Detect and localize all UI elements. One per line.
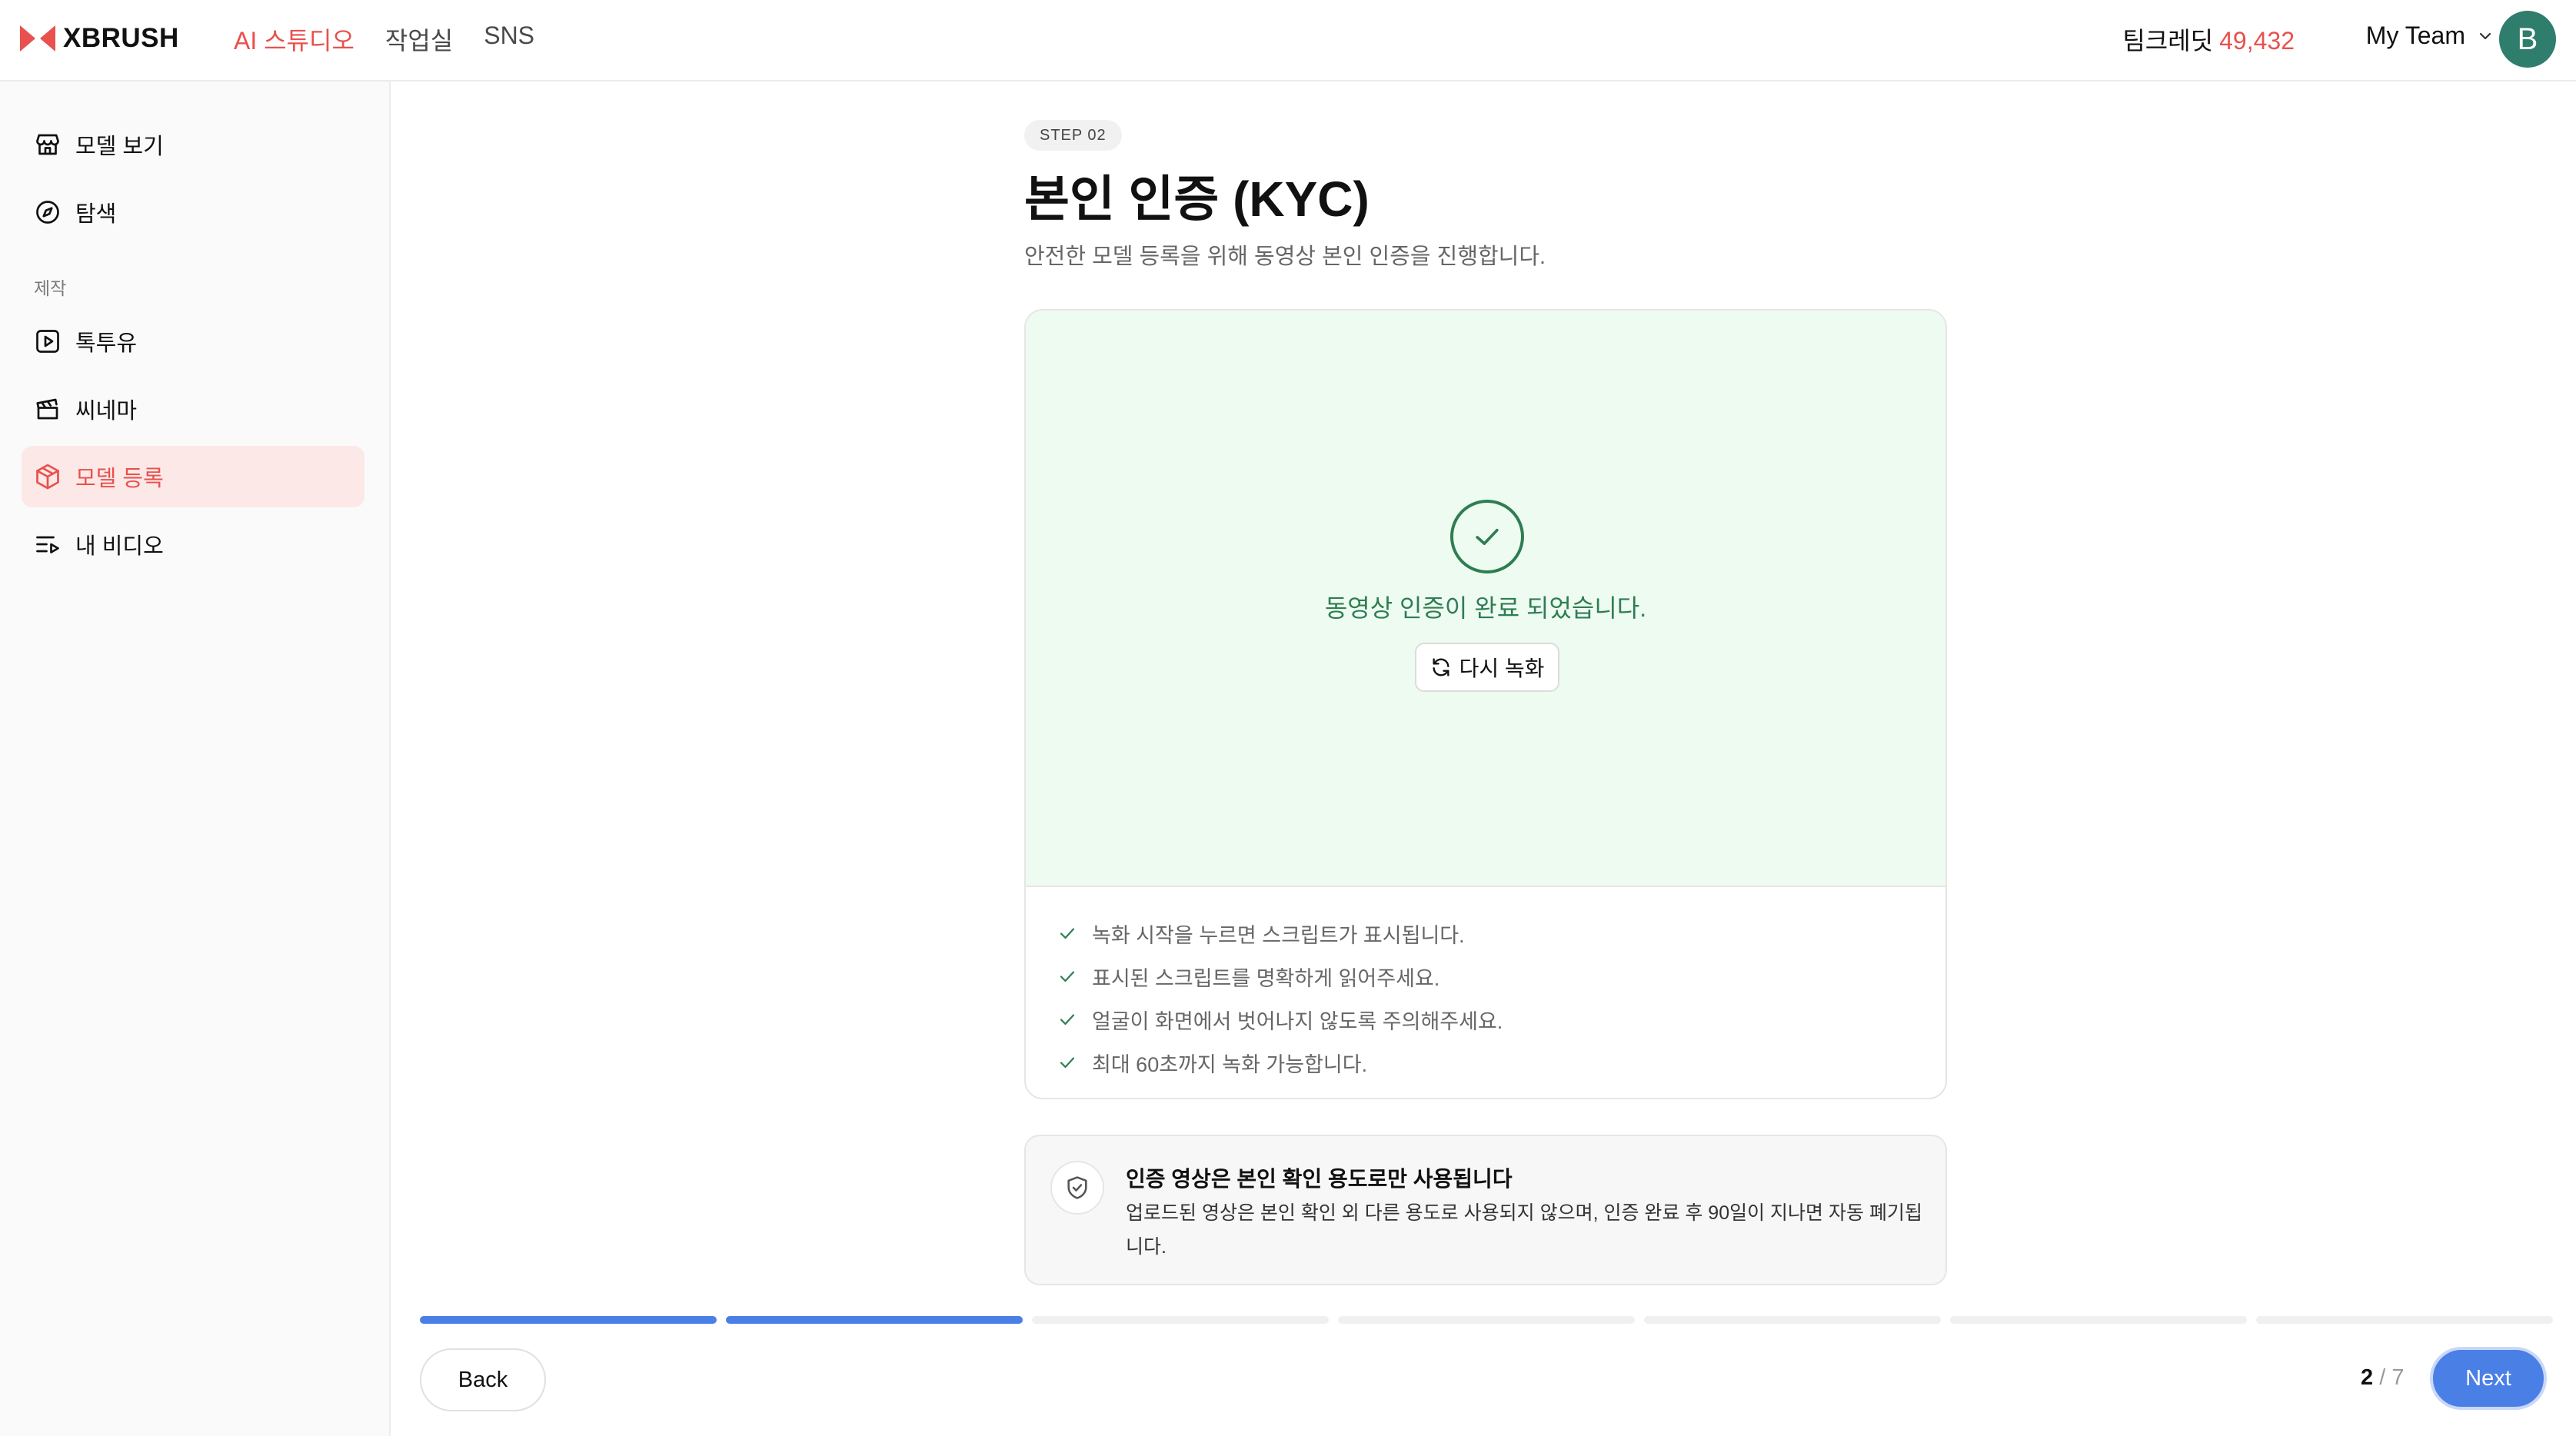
tip-text: 최대 60초까지 녹화 가능합니다. <box>1092 1052 1368 1076</box>
list-item: 얼굴이 화면에서 벗어나지 않도록 주의해주세요. <box>1058 998 1503 1041</box>
progress-segment <box>1032 1316 1329 1324</box>
total-steps: 7 <box>2391 1365 2405 1390</box>
main-content: STEP 02 본인 인증 (KYC) 안전한 모델 등록을 위해 동영상 본인… <box>392 81 2576 1319</box>
store-icon <box>36 134 59 155</box>
progress-segment <box>1950 1316 2247 1324</box>
rerecord-button[interactable]: 다시 녹화 <box>1415 643 1559 692</box>
brand-logo[interactable]: XBRUSH <box>20 23 179 54</box>
sidebar-item-model-browse[interactable]: 모델 보기 <box>22 114 364 175</box>
check-icon <box>1060 1057 1075 1069</box>
check-icon <box>1060 1014 1075 1025</box>
list-item: 표시된 스크립트를 명확하게 읽어주세요. <box>1058 955 1503 998</box>
progress-segment <box>2256 1316 2553 1324</box>
step-progress-bar <box>420 1316 2553 1324</box>
success-check-icon <box>1450 500 1524 573</box>
list-video-icon <box>36 536 59 553</box>
sidebar-item-explore[interactable]: 탐색 <box>22 181 364 243</box>
wizard-footer: Back 2 / 7 Next <box>392 1316 2576 1436</box>
tip-text: 녹화 시작을 누르면 스크립트가 표시됩니다. <box>1092 923 1465 947</box>
top-header: XBRUSH AI 스튜디오 작업실 SNS 팀크레딧 49,432 My Tea… <box>0 0 2576 81</box>
progress-segment <box>726 1316 1023 1324</box>
brand-name: XBRUSH <box>63 23 179 53</box>
sidebar-item-label: 내 비디오 <box>75 534 164 559</box>
progress-segment <box>1644 1316 1941 1324</box>
credits-value: 49,432 <box>2219 27 2295 55</box>
next-button[interactable]: Next <box>2430 1347 2547 1410</box>
progress-segment <box>1338 1316 1635 1324</box>
tip-text: 표시된 스크립트를 명확하게 읽어주세요. <box>1092 966 1440 990</box>
user-avatar[interactable]: B <box>2499 11 2556 68</box>
sidebar-item-talk-to-you[interactable]: 톡투유 <box>22 311 364 372</box>
success-message: 동영상 인증이 완료 되었습니다. <box>1324 594 1647 622</box>
nav-sns[interactable]: SNS <box>484 22 534 57</box>
page-title: 본인 인증 (KYC) <box>1024 171 1370 227</box>
nav-ai-studio[interactable]: AI 스튜디오 <box>234 22 354 57</box>
notice-body: 업로드된 영상은 본인 확인 외 다른 용도로 사용되지 않으며, 인증 완료 … <box>1126 1202 1922 1258</box>
credits-label: 팀크레딧 <box>2122 27 2214 55</box>
page-subtitle: 안전한 모델 등록을 위해 동영상 본인 인증을 진행합니다. <box>1024 244 1546 269</box>
sidebar-item-label: 톡투유 <box>75 331 138 356</box>
box-icon <box>36 464 59 490</box>
sidebar-item-label: 모델 보기 <box>75 135 164 159</box>
check-icon <box>1060 928 1075 939</box>
tip-text: 얼굴이 화면에서 벗어나지 않도록 주의해주세요. <box>1092 1009 1503 1033</box>
step-counter: 2 / 7 <box>2361 1365 2405 1390</box>
list-item: 녹화 시작을 누르면 스크립트가 표시됩니다. <box>1058 912 1503 955</box>
sidebar: 모델 보기 탐색 제작 톡투유 씨네마 모델 등록 내 비디오 <box>0 81 391 1436</box>
sidebar-item-label: 모델 등록 <box>75 467 164 491</box>
step-badge: STEP 02 <box>1024 120 1122 151</box>
rerecord-label: 다시 녹화 <box>1459 657 1545 680</box>
recording-tips: 녹화 시작을 누르면 스크립트가 표시됩니다. 표시된 스크립트를 명확하게 읽… <box>1058 912 1503 1084</box>
play-square-icon <box>36 330 59 353</box>
team-selector[interactable]: My Team <box>2366 22 2494 50</box>
shield-check-icon <box>1050 1161 1104 1215</box>
sidebar-item-model-register[interactable]: 모델 등록 <box>22 446 364 507</box>
nav-workroom[interactable]: 작업실 <box>385 22 453 57</box>
clapperboard-icon <box>36 398 58 420</box>
current-step: 2 <box>2361 1365 2374 1390</box>
kyc-success-panel: 동영상 인증이 완료 되었습니다. 다시 녹화 <box>1026 311 1945 887</box>
kyc-video-card: 동영상 인증이 완료 되었습니다. 다시 녹화 녹화 시작을 누르면 스크립트가… <box>1024 309 1947 1099</box>
refresh-icon <box>1433 658 1449 676</box>
privacy-notice: 인증 영상은 본인 확인 용도로만 사용됩니다 업로드된 영상은 본인 확인 외… <box>1024 1135 1947 1285</box>
compass-icon <box>36 201 59 224</box>
progress-segment <box>420 1316 717 1324</box>
list-item: 최대 60초까지 녹화 가능합니다. <box>1058 1041 1503 1084</box>
sidebar-item-label: 씨네마 <box>75 399 138 424</box>
notice-title: 인증 영상은 본인 확인 용도로만 사용됩니다 <box>1126 1167 1513 1191</box>
chevron-down-icon <box>2479 32 2491 39</box>
sidebar-item-my-videos[interactable]: 내 비디오 <box>22 514 364 575</box>
check-icon <box>1060 971 1075 982</box>
team-credits: 팀크레딧 49,432 <box>2122 22 2295 57</box>
sidebar-item-cinema[interactable]: 씨네마 <box>22 378 364 440</box>
top-navigation: AI 스튜디오 작업실 SNS <box>234 22 565 57</box>
team-label: My Team <box>2365 22 2465 49</box>
sidebar-section-create: 제작 <box>34 278 67 298</box>
sidebar-item-label: 탐색 <box>75 202 117 227</box>
bowtie-logo-icon <box>20 25 55 52</box>
back-button[interactable]: Back <box>420 1348 546 1411</box>
